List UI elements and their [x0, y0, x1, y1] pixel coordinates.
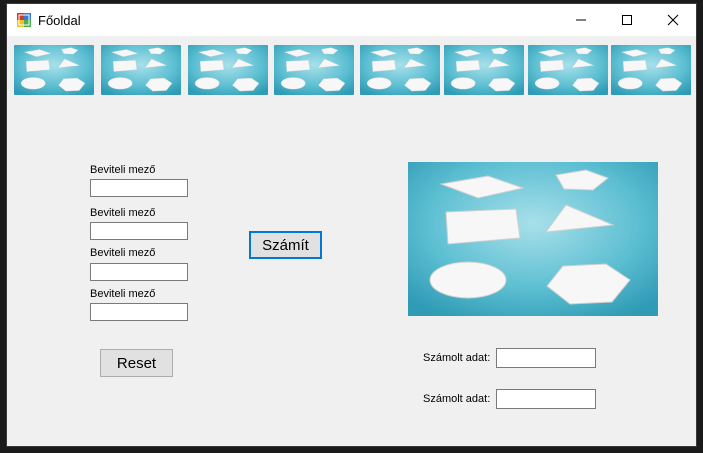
maximize-icon — [622, 15, 632, 25]
shapes-thumbnail-1[interactable] — [14, 45, 94, 95]
shapes-thumbnail-7[interactable] — [528, 45, 608, 95]
minimize-icon — [576, 19, 586, 21]
output-label-1: Számolt adat: — [423, 352, 491, 364]
main-window: Főoldal Beviteli mező Beviteli mező Bevi… — [7, 4, 696, 446]
output-label-2: Számolt adat: — [423, 393, 491, 405]
input-label-2: Beviteli mező — [90, 207, 156, 219]
close-icon — [667, 14, 679, 26]
input-label-1: Beviteli mező — [90, 164, 156, 176]
reset-button[interactable]: Reset — [100, 349, 173, 377]
shapes-thumbnail-6[interactable] — [444, 45, 524, 95]
shapes-thumbnail-2[interactable] — [101, 45, 181, 95]
input-field-2[interactable] — [90, 222, 188, 240]
shapes-thumbnail-4[interactable] — [274, 45, 354, 95]
shapes-thumbnail-5[interactable] — [360, 45, 440, 95]
close-button[interactable] — [650, 4, 696, 36]
output-field-2[interactable] — [496, 389, 596, 409]
output-field-1[interactable] — [496, 348, 596, 368]
input-field-1[interactable] — [90, 179, 188, 197]
shapes-thumbnail-8[interactable] — [611, 45, 691, 95]
input-field-3[interactable] — [90, 263, 188, 281]
input-field-4[interactable] — [90, 303, 188, 321]
input-label-4: Beviteli mező — [90, 288, 156, 300]
shapes-preview-image — [408, 162, 658, 316]
input-label-3: Beviteli mező — [90, 247, 156, 259]
shapes-thumbnail-3[interactable] — [188, 45, 268, 95]
title-bar: Főoldal — [7, 4, 696, 36]
calculate-button[interactable]: Számít — [249, 231, 322, 259]
window-title: Főoldal — [38, 13, 81, 28]
minimize-button[interactable] — [558, 4, 604, 36]
maximize-button[interactable] — [604, 4, 650, 36]
app-icon — [17, 13, 31, 27]
